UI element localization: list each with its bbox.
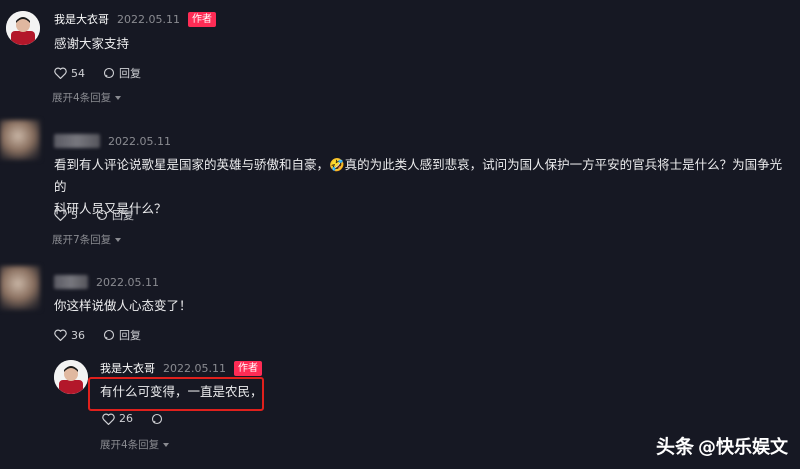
- comment-date: 2022.05.11: [117, 12, 180, 26]
- author-badge: 作者: [233, 360, 262, 376]
- comment-meta: 我是大衣哥 2022.05.11 作者: [54, 11, 216, 27]
- like-count: 5: [71, 208, 78, 222]
- reply-icon[interactable]: [96, 209, 108, 221]
- watermark: 头条 @快乐娱文: [656, 432, 788, 459]
- watermark-brand: 头条: [655, 436, 694, 458]
- reply-button[interactable]: 回复: [112, 207, 134, 223]
- username-blurred[interactable]: [54, 275, 88, 289]
- expand-replies[interactable]: 展开4条回复: [52, 90, 122, 105]
- username-blurred[interactable]: [54, 134, 100, 148]
- username[interactable]: 我是大衣哥: [100, 360, 155, 376]
- reply-button[interactable]: 回复: [119, 327, 141, 343]
- like-icon[interactable]: [54, 209, 67, 221]
- expand-replies-label: 展开4条回复: [100, 439, 160, 451]
- reply-button[interactable]: 回复: [119, 65, 141, 81]
- like-count: 54: [71, 66, 85, 80]
- author-badge: 作者: [187, 11, 216, 27]
- reply-text: 有什么可变得，一直是农民，: [100, 384, 263, 399]
- expand-replies-label: 展开7条回复: [52, 234, 112, 246]
- username[interactable]: 我是大衣哥: [54, 11, 109, 27]
- like-icon[interactable]: [102, 413, 115, 425]
- reply-date: 2022.05.11: [163, 361, 226, 375]
- comment-actions: 5 回复: [54, 207, 134, 223]
- comment-actions: 36 回复: [54, 327, 141, 343]
- comment-text-part: 看到有人评论说歌星是国家的英雄与骄傲和自豪，: [54, 157, 330, 172]
- reply-icon[interactable]: [103, 329, 115, 341]
- like-icon[interactable]: [54, 67, 67, 79]
- comment-meta: 2022.05.11: [54, 134, 171, 148]
- reply-meta: 我是大衣哥 2022.05.11 作者: [100, 360, 262, 376]
- laughing-emoji-icon: 🤣: [329, 157, 345, 172]
- author-avatar-image: [6, 11, 40, 45]
- comment-date: 2022.05.11: [108, 134, 171, 148]
- watermark-handle: @快乐娱文: [698, 436, 788, 458]
- avatar[interactable]: [0, 266, 40, 310]
- chevron-down-icon: [163, 442, 170, 447]
- reply-actions: 26: [102, 412, 163, 425]
- avatar[interactable]: [54, 360, 88, 394]
- comment-meta: 2022.05.11: [54, 275, 159, 289]
- chevron-down-icon: [115, 95, 122, 100]
- comment-text: 看到有人评论说歌星是国家的英雄与骄傲和自豪，🤣真的为此类人感到悲哀，试问为国人保…: [54, 154, 794, 220]
- like-count: 36: [71, 328, 85, 342]
- comment-text: 你这样说做人心态变了！: [54, 298, 192, 313]
- like-icon[interactable]: [54, 329, 67, 341]
- comment-date: 2022.05.11: [96, 275, 159, 289]
- comment-actions: 54 回复: [54, 65, 141, 81]
- expand-replies[interactable]: 展开4条回复: [100, 437, 170, 452]
- reply-icon[interactable]: [103, 67, 115, 79]
- comment-text: 感谢大家支持: [54, 36, 130, 51]
- expand-replies-label: 展开4条回复: [52, 92, 112, 104]
- reply-icon[interactable]: [151, 413, 163, 425]
- expand-replies[interactable]: 展开7条回复: [52, 232, 122, 247]
- avatar[interactable]: [6, 11, 40, 45]
- like-count: 26: [119, 412, 133, 425]
- chevron-down-icon: [115, 237, 122, 242]
- avatar[interactable]: [0, 120, 40, 160]
- author-avatar-image: [54, 360, 88, 394]
